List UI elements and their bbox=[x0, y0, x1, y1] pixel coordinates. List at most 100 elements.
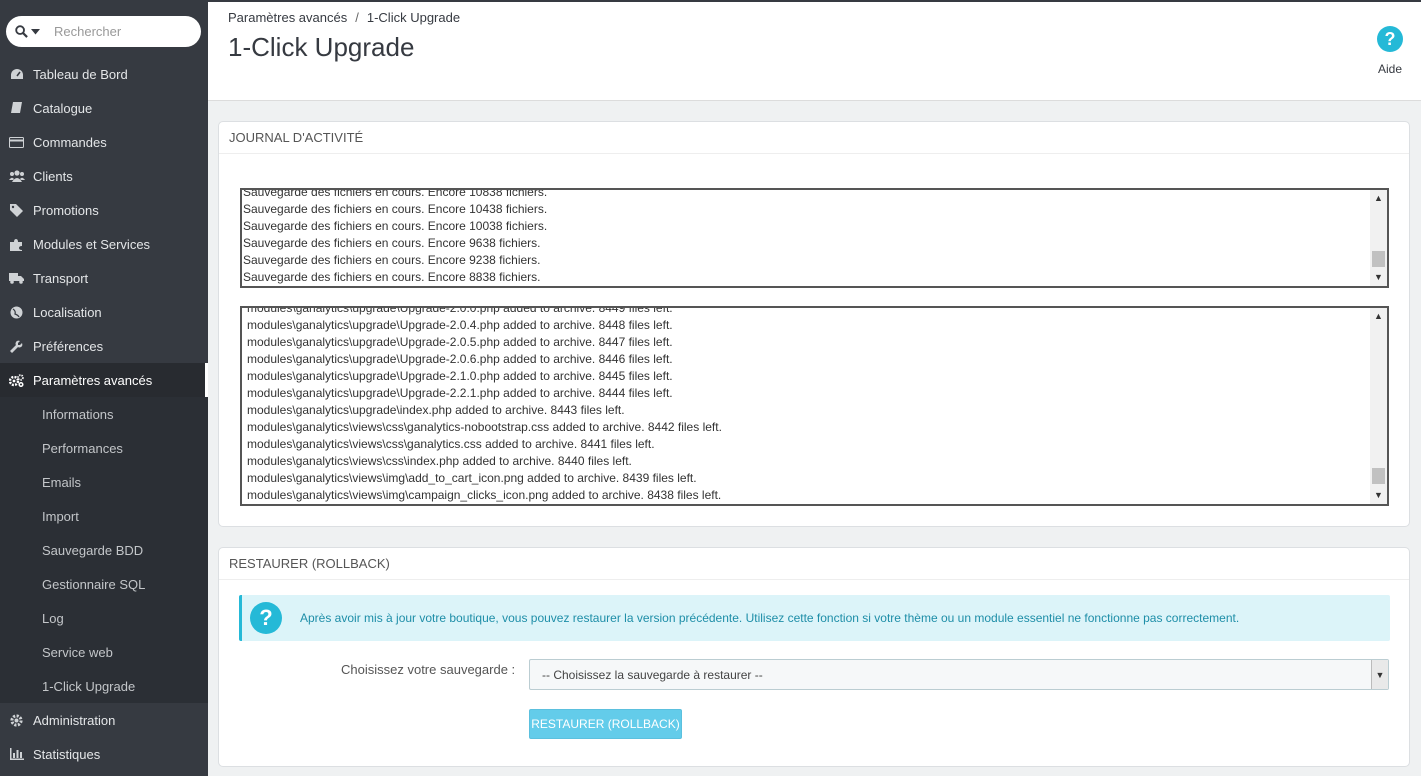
chevron-down-icon[interactable]: ▼ bbox=[1371, 660, 1388, 689]
sidebar-item-advanced-parameters[interactable]: Paramètres avancés bbox=[0, 363, 208, 397]
gear-icon bbox=[0, 713, 33, 727]
sidebar-item-commandes[interactable]: Commandes bbox=[0, 125, 208, 159]
log-line: modules\ganalytics\upgrade\index.php add… bbox=[247, 403, 625, 417]
breadcrumb: Paramètres avancés / 1-Click Upgrade bbox=[228, 10, 460, 25]
caret-down-icon bbox=[30, 28, 40, 34]
search-icon bbox=[14, 25, 28, 38]
main-menu: Tableau de Bord Catalogue Commandes Clie… bbox=[0, 57, 208, 771]
log-line: modules\ganalytics\upgrade\Upgrade-2.2.1… bbox=[247, 386, 673, 400]
log-line: Sauvegarde des fichiers en cours. Encore… bbox=[243, 219, 548, 233]
page-header: Paramètres avancés / 1-Click Upgrade 1-Cli… bbox=[208, 2, 1421, 101]
book-icon bbox=[0, 102, 33, 114]
log-line: modules\ganalytics\upgrade\Upgrade-2.0.4… bbox=[247, 318, 673, 332]
backup-select[interactable]: -- Choisissez la sauvegarde à restaurer … bbox=[529, 659, 1389, 690]
sidebar-item-label: Statistiques bbox=[33, 746, 101, 762]
rollback-button[interactable]: RESTAURER (ROLLBACK) bbox=[529, 709, 682, 739]
search-dropdown-button[interactable] bbox=[6, 16, 42, 47]
sidebar-item-catalogue[interactable]: Catalogue bbox=[0, 91, 208, 125]
info-alert: ? Après avoir mis à jour votre boutique,… bbox=[239, 595, 1390, 641]
activity-log-panel: JOURNAL D'ACTIVITÉ Sauvegarde des fichie… bbox=[218, 121, 1410, 527]
tag-icon bbox=[0, 203, 33, 217]
backup-select-value: -- Choisissez la sauvegarde à restaurer … bbox=[542, 667, 763, 682]
help-label: Aide bbox=[1377, 62, 1403, 76]
log-line: Sauvegarde des fichiers en cours. Encore… bbox=[243, 270, 541, 284]
scroll-down-icon[interactable]: ▼ bbox=[1370, 487, 1387, 504]
scrollbar-thumb[interactable] bbox=[1372, 251, 1385, 267]
log-line: modules\ganalytics\upgrade\Upgrade-2.0.0… bbox=[247, 306, 673, 315]
sidebar-item-label: Localisation bbox=[33, 304, 102, 320]
activity-log-box[interactable]: Sauvegarde des fichiers en cours. Encore… bbox=[240, 188, 1389, 288]
bar-chart-icon bbox=[0, 748, 33, 760]
alert-text: Après avoir mis à jour votre boutique, v… bbox=[300, 611, 1240, 625]
users-icon bbox=[0, 170, 33, 182]
panel-heading: RESTAURER (ROLLBACK) bbox=[219, 548, 1409, 580]
sidebar-item-label: Transport bbox=[33, 270, 89, 286]
sidebar-item-label: Promotions bbox=[33, 202, 99, 218]
sidebar-subitem-1-click-upgrade[interactable]: 1-Click Upgrade bbox=[0, 669, 208, 703]
log-line: modules\ganalytics\upgrade\Upgrade-2.0.6… bbox=[247, 352, 673, 366]
credit-card-icon bbox=[0, 136, 33, 148]
page-title: 1-Click Upgrade bbox=[228, 32, 415, 62]
archive-log-box[interactable]: modules\ganalytics\upgrade\Upgrade-2.0.0… bbox=[240, 306, 1389, 506]
sidebar-item-label: Tableau de Bord bbox=[33, 66, 128, 82]
sidebar-item-dashboard[interactable]: Tableau de Bord bbox=[0, 57, 208, 91]
log-line: modules\ganalytics\views\img\add_to_cart… bbox=[247, 471, 697, 485]
sidebar-item-label: Préférences bbox=[33, 338, 104, 354]
log-line: modules\ganalytics\views\css\ganalytics-… bbox=[247, 420, 722, 434]
sidebar-subitem-emails[interactable]: Emails bbox=[0, 465, 208, 499]
cogs-icon bbox=[0, 373, 33, 387]
backup-select-label: Choisissez votre sauvegarde : bbox=[341, 662, 516, 677]
breadcrumb-item-current: 1-Click Upgrade bbox=[366, 10, 461, 25]
log-line: Sauvegarde des fichiers en cours. Encore… bbox=[243, 236, 541, 250]
sidebar-subitem-sql-manager[interactable]: Gestionnaire SQL bbox=[0, 567, 208, 601]
log-line: Sauvegarde des fichiers en cours. Encore… bbox=[243, 202, 548, 216]
puzzle-icon bbox=[0, 238, 33, 251]
sidebar-item-label: Administration bbox=[33, 712, 116, 728]
scrollbar[interactable]: ▲ ▼ bbox=[1370, 308, 1387, 504]
log-line: modules\ganalytics\views\img\campaign_cl… bbox=[247, 488, 722, 502]
sidebar-item-transport[interactable]: Transport bbox=[0, 261, 208, 295]
sidebar-subitem-import[interactable]: Import bbox=[0, 499, 208, 533]
advanced-parameters-submenu: Informations Performances Emails Import … bbox=[0, 397, 208, 703]
sidebar-item-preferences[interactable]: Préférences bbox=[0, 329, 208, 363]
scroll-up-icon[interactable]: ▲ bbox=[1370, 190, 1387, 207]
sidebar-item-administration[interactable]: Administration bbox=[0, 703, 208, 737]
breadcrumb-item[interactable]: Paramètres avancés bbox=[228, 10, 347, 25]
log-line: modules\ganalytics\upgrade\Upgrade-2.0.5… bbox=[247, 335, 673, 349]
sidebar: Tableau de Bord Catalogue Commandes Clie… bbox=[0, 0, 208, 776]
log-lines: modules\ganalytics\upgrade\Upgrade-2.0.0… bbox=[242, 306, 1369, 504]
log-line: Sauvegarde des fichiers en cours. Encore… bbox=[243, 253, 541, 267]
sidebar-subitem-webservice[interactable]: Service web bbox=[0, 635, 208, 669]
scroll-down-icon[interactable]: ▼ bbox=[1370, 269, 1387, 286]
log-line: modules\ganalytics\upgrade\Upgrade-2.1.0… bbox=[247, 369, 673, 383]
log-line: modules\ganalytics\views\css\ganalytics.… bbox=[247, 437, 655, 451]
wrench-icon bbox=[0, 340, 33, 353]
sidebar-item-localisation[interactable]: Localisation bbox=[0, 295, 208, 329]
sidebar-item-label: Clients bbox=[33, 168, 73, 184]
scroll-up-icon[interactable]: ▲ bbox=[1370, 308, 1387, 325]
sidebar-subitem-performances[interactable]: Performances bbox=[0, 431, 208, 465]
help-button[interactable]: ? Aide bbox=[1375, 26, 1405, 76]
sidebar-item-promotions[interactable]: Promotions bbox=[0, 193, 208, 227]
breadcrumb-separator: / bbox=[355, 10, 359, 25]
log-lines: Sauvegarde des fichiers en cours. Encore… bbox=[242, 188, 1369, 286]
sidebar-item-label: Catalogue bbox=[33, 100, 93, 116]
sidebar-subitem-db-backup[interactable]: Sauvegarde BDD bbox=[0, 533, 208, 567]
search-box bbox=[6, 16, 201, 47]
dashboard-icon bbox=[0, 68, 33, 80]
log-line: Sauvegarde des fichiers en cours. Encore… bbox=[243, 188, 548, 199]
sidebar-item-statistiques[interactable]: Statistiques bbox=[0, 737, 208, 771]
sidebar-subitem-log[interactable]: Log bbox=[0, 601, 208, 635]
scrollbar[interactable]: ▲ ▼ bbox=[1370, 190, 1387, 286]
search-input[interactable] bbox=[42, 24, 182, 39]
sidebar-item-clients[interactable]: Clients bbox=[0, 159, 208, 193]
sidebar-item-label: Commandes bbox=[33, 134, 107, 150]
sidebar-item-label: Paramètres avancés bbox=[33, 372, 153, 388]
rollback-panel: RESTAURER (ROLLBACK) ? Après avoir mis à… bbox=[218, 547, 1410, 767]
sidebar-subitem-informations[interactable]: Informations bbox=[0, 397, 208, 431]
truck-icon bbox=[0, 272, 33, 284]
panel-heading: JOURNAL D'ACTIVITÉ bbox=[219, 122, 1409, 154]
scrollbar-thumb[interactable] bbox=[1372, 468, 1385, 484]
sidebar-item-label: Modules et Services bbox=[33, 236, 151, 252]
sidebar-item-modules[interactable]: Modules et Services bbox=[0, 227, 208, 261]
